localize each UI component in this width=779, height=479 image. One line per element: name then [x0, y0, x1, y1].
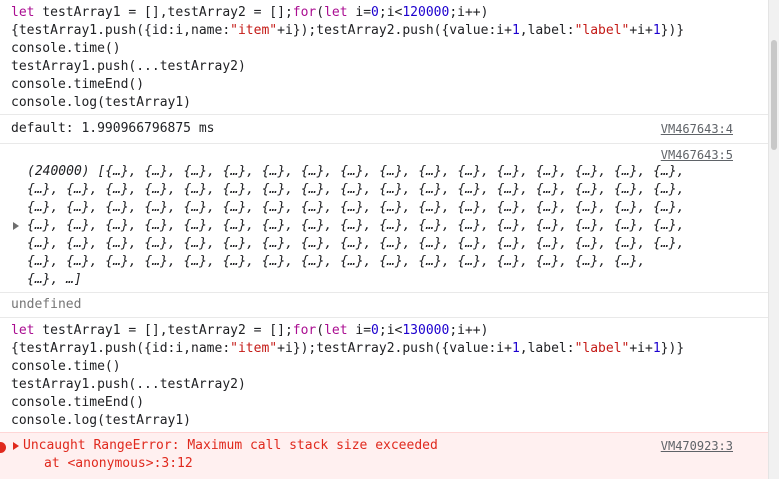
- source-link[interactable]: VM467643:5: [661, 146, 733, 164]
- code-line: testArray1.push(...testArray2): [11, 377, 246, 392]
- keyword: for: [292, 323, 317, 338]
- code-text: {testArray1.push({id:i,name:: [11, 341, 231, 356]
- error-stack-line: at <anonymous>:3:12: [44, 456, 193, 471]
- code-text: ;i++): [449, 323, 489, 338]
- keyword: for: [292, 5, 317, 20]
- code-text: i=: [347, 5, 372, 20]
- string-literal: "label": [574, 23, 630, 38]
- code-line: console.time(): [11, 41, 121, 56]
- array-preview-line: {…}, {…}, {…}, {…}, {…}, {…}, {…}, {…}, …: [27, 200, 685, 215]
- code-text: +i+: [629, 23, 653, 38]
- code-line: console.log(testArray1): [11, 95, 192, 110]
- array-preview-line: {…}, …]: [27, 272, 82, 287]
- code-line: console.timeEnd(): [11, 77, 145, 92]
- console-log-array: VM467643:5 (240000) [{…}, {…}, {…}, {…},…: [0, 144, 769, 293]
- error-icon: [0, 442, 6, 453]
- console-log-timer: default: 1.990966796875 ms VM467643:4: [0, 115, 769, 144]
- keyword: let: [11, 5, 35, 20]
- console-error: Uncaught RangeError: Maximum call stack …: [0, 432, 769, 479]
- console-command-1[interactable]: let testArray1 = [],testArray2 = [];for(…: [0, 0, 769, 115]
- number-literal: 0: [371, 323, 379, 338]
- number-literal: 1: [511, 341, 520, 356]
- number-literal: 120000: [402, 5, 450, 20]
- array-preview-line: (240000) [{…}, {…}, {…}, {…}, {…}, {…}, …: [27, 164, 685, 179]
- code-text: (: [316, 323, 325, 338]
- code-text: +i});testArray2.push({value:i+: [277, 341, 512, 356]
- code-text: +i+: [629, 341, 653, 356]
- code-text: testArray1 = [],testArray2 = [];: [34, 5, 293, 20]
- keyword: let: [324, 5, 348, 20]
- code-text: ,label:: [519, 23, 575, 38]
- vertical-scrollbar[interactable]: [768, 0, 779, 479]
- code-line: let testArray1 = [],testArray2 = [];for(…: [11, 4, 488, 22]
- console-return-value: undefined: [0, 293, 769, 318]
- code-text: (: [316, 5, 325, 20]
- code-line: {testArray1.push({id:i,name:"item"+i});t…: [11, 22, 684, 40]
- array-preview-line: {…}, {…}, {…}, {…}, {…}, {…}, {…}, {…}, …: [27, 236, 685, 251]
- expand-arrow-icon[interactable]: [13, 222, 19, 230]
- code-text: ;i++): [449, 5, 489, 20]
- string-literal: "item": [230, 23, 278, 38]
- scrollbar-thumb[interactable]: [771, 40, 777, 150]
- code-text: {testArray1.push({id:i,name:: [11, 23, 231, 38]
- timer-text: default: 1.990966796875 ms: [11, 121, 215, 136]
- code-text: })}: [660, 341, 685, 356]
- code-text: +i});testArray2.push({value:i+: [277, 23, 512, 38]
- code-line: {testArray1.push({id:i,name:"item"+i});t…: [11, 340, 684, 358]
- error-message[interactable]: Uncaught RangeError: Maximum call stack …: [23, 437, 438, 455]
- code-line: console.log(testArray1): [11, 413, 192, 428]
- string-literal: "item": [230, 341, 278, 356]
- number-literal: 0: [371, 5, 379, 20]
- code-text: testArray1 = [],testArray2 = [];: [34, 323, 293, 338]
- console-command-2[interactable]: let testArray1 = [],testArray2 = [];for(…: [0, 318, 769, 432]
- code-text: ,label:: [519, 341, 575, 356]
- array-preview-line: {…}, {…}, {…}, {…}, {…}, {…}, {…}, {…}, …: [27, 254, 646, 269]
- source-link[interactable]: VM470923:3: [661, 437, 733, 455]
- code-line: let testArray1 = [],testArray2 = [];for(…: [11, 322, 488, 340]
- string-literal: "label": [574, 341, 630, 356]
- console-panel: let testArray1 = [],testArray2 = [];for(…: [0, 0, 769, 479]
- undefined-text: undefined: [11, 297, 82, 312]
- number-literal: 130000: [402, 323, 450, 338]
- code-line: console.time(): [11, 359, 121, 374]
- keyword: let: [11, 323, 35, 338]
- code-line: console.timeEnd(): [11, 395, 145, 410]
- number-literal: 1: [652, 341, 661, 356]
- array-preview-line[interactable]: {…}, {…}, {…}, {…}, {…}, {…}, {…}, {…}, …: [27, 217, 684, 235]
- array-preview-line: {…}, {…}, {…}, {…}, {…}, {…}, {…}, {…}, …: [27, 182, 685, 197]
- code-text: i=: [347, 323, 372, 338]
- expand-arrow-icon[interactable]: [13, 442, 19, 450]
- code-text: ;i<: [378, 5, 403, 20]
- number-literal: 1: [652, 23, 661, 38]
- code-text: ;i<: [378, 323, 403, 338]
- source-link[interactable]: VM467643:4: [661, 120, 733, 138]
- keyword: let: [324, 323, 348, 338]
- code-line: testArray1.push(...testArray2): [11, 59, 246, 74]
- code-text: })}: [660, 23, 685, 38]
- number-literal: 1: [511, 23, 520, 38]
